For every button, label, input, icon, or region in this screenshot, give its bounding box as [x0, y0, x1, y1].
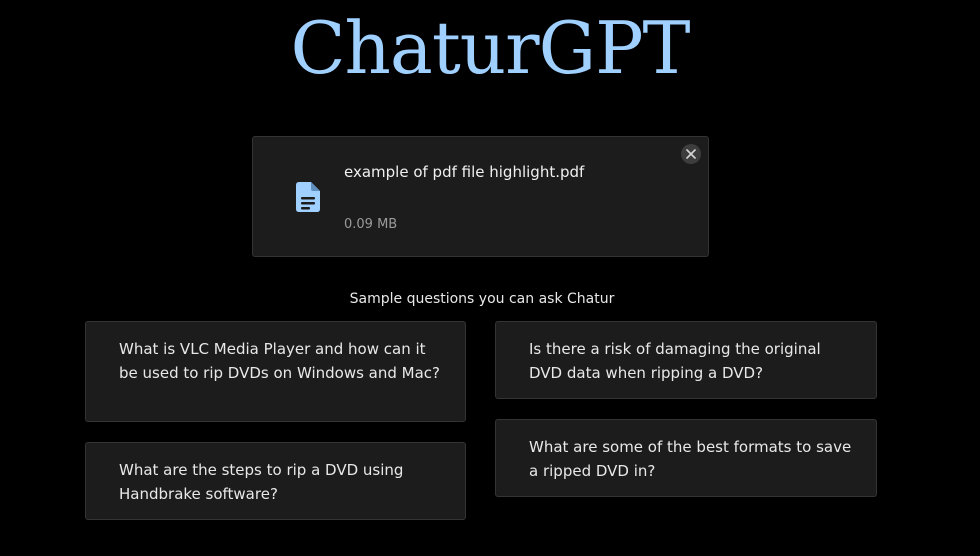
sample-question-card[interactable]: What is VLC Media Player and how can it …	[85, 321, 466, 422]
uploaded-file-card: example of pdf file highlight.pdf 0.09 M…	[252, 136, 709, 257]
document-icon	[296, 182, 320, 212]
sample-question-card[interactable]: What are some of the best formats to sav…	[495, 419, 877, 497]
close-icon	[686, 149, 696, 159]
file-size: 0.09 MB	[344, 217, 398, 232]
sample-question-card[interactable]: What are the steps to rip a DVD using Ha…	[85, 442, 466, 520]
app-title: ChaturGPT	[290, 6, 690, 90]
remove-file-button[interactable]	[681, 144, 701, 164]
sample-questions-heading: Sample questions you can ask Chatur	[349, 291, 615, 307]
sample-question-card[interactable]: Is there a risk of damaging the original…	[495, 321, 877, 399]
file-name: example of pdf file highlight.pdf	[344, 163, 585, 181]
